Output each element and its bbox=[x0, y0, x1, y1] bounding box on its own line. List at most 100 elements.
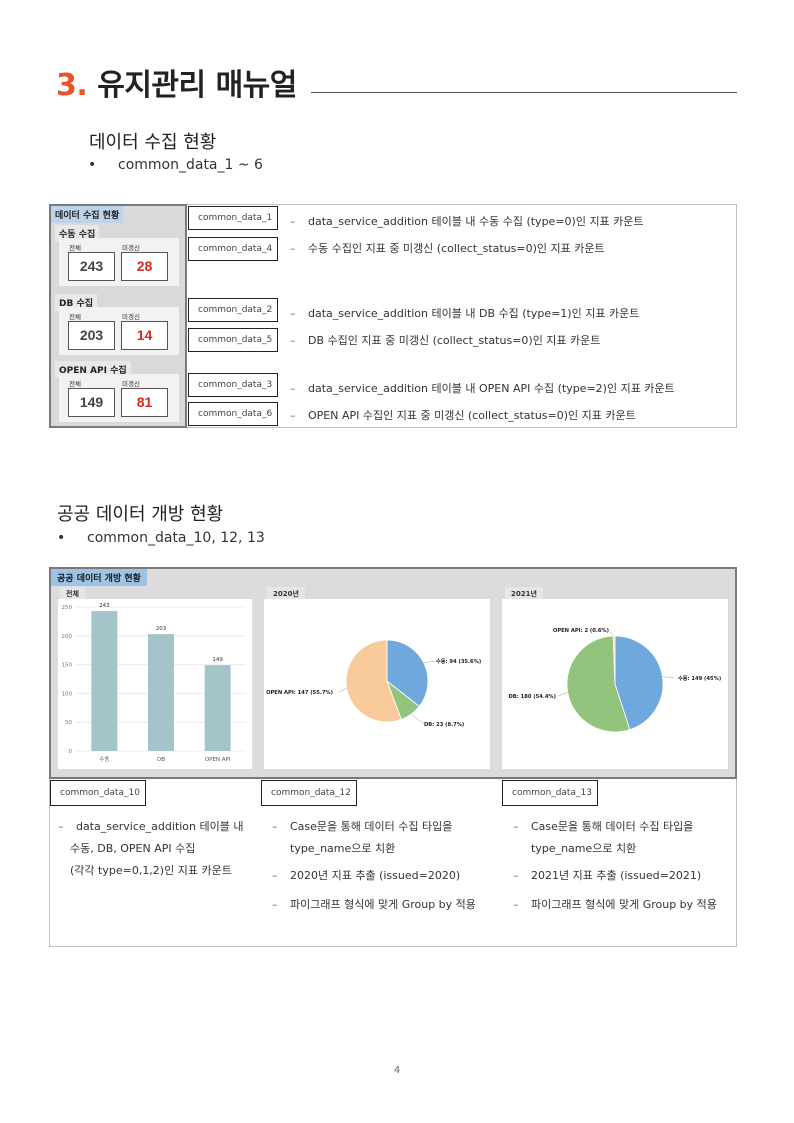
pie-chart-2020: 수동: 94 (35.6%) DB: 23 (8.7%) OPEN API: 147… bbox=[266, 639, 481, 728]
heading-rule bbox=[311, 92, 737, 93]
code-label: common_data_1 bbox=[188, 206, 278, 230]
total-count: 243 bbox=[68, 252, 115, 281]
leader-line bbox=[411, 713, 425, 725]
bar-value-label: 149 bbox=[212, 657, 223, 663]
dashboard-title: 공공 데이터 개방 현황 bbox=[51, 569, 147, 586]
leader-line bbox=[662, 676, 675, 679]
item-description: – OPEN API 수집인 지표 중 미갱신 (collect_status=0… bbox=[290, 409, 636, 422]
bar-value-label: 243 bbox=[99, 603, 110, 609]
col3-line: –2021년 지표 추출 (issued=2021) bbox=[513, 869, 702, 882]
bar-chart: 0 50 100 150 200 250 243 수동 203 DB 149 OPEN API bbox=[62, 603, 246, 763]
missing-count: 14 bbox=[121, 321, 168, 350]
bar bbox=[91, 611, 118, 751]
col1-text: 수동, DB, OPEN API 수집 bbox=[70, 842, 196, 855]
col3-text: type_name으로 치환 bbox=[531, 842, 637, 855]
slice-label: DB: 180 (54.4%) bbox=[508, 694, 556, 700]
code-label: common_data_2 bbox=[188, 298, 278, 322]
heading-number: 3. bbox=[56, 68, 88, 103]
collection-status-widget: 데이터 수집 현황 수동 수집 전체 미갱신 243 28 DB 수집 전체 미… bbox=[49, 204, 187, 428]
y-tick-label: 50 bbox=[65, 720, 72, 726]
x-tick-label: OPEN API bbox=[205, 757, 231, 763]
item-description: – data_service_addition 테이블 내 수동 수집 (type… bbox=[290, 215, 644, 228]
missing-count: 81 bbox=[121, 388, 168, 417]
col1-text: (각각 type=0,1,2)인 지표 카운트 bbox=[70, 864, 232, 877]
item-description-text: data_service_addition 테이블 내 DB 수집 (type=… bbox=[308, 307, 640, 320]
code-label: common_data_3 bbox=[188, 373, 278, 397]
total-label: 전체 bbox=[69, 380, 81, 388]
col2-line: –2020년 지표 추출 (issued=2020) bbox=[272, 869, 461, 882]
bar bbox=[148, 634, 174, 751]
missing-label: 미갱신 bbox=[122, 380, 140, 388]
group-card: 전체 미갱신 149 81 bbox=[59, 374, 179, 422]
bar-chart-panel: 0 50 100 150 200 250 243 수동 203 DB 149 OPEN API bbox=[58, 599, 252, 769]
heading-title: 유지관리 매뉴얼 bbox=[97, 68, 297, 103]
code-label: common_data_13 bbox=[502, 780, 598, 806]
item-description-text: DB 수집인 지표 중 미갱신 (collect_status=0)인 지표 카… bbox=[308, 334, 601, 347]
section1-bullet: • common_data_1 ~ 6 bbox=[88, 157, 263, 173]
code-label: common_data_12 bbox=[261, 780, 357, 806]
section1-title: 데이터 수집 현황 bbox=[89, 132, 217, 153]
leader-line bbox=[609, 631, 615, 637]
slice-label: 수동: 149 (45%) bbox=[678, 674, 721, 682]
code-label: common_data_10 bbox=[50, 780, 146, 806]
missing-label: 미갱신 bbox=[122, 244, 140, 252]
section1-bullet-text: common_data_1 ~ 6 bbox=[118, 157, 263, 173]
item-description: – 수동 수집인 지표 중 미갱신 (collect_status=0)인 지표 … bbox=[290, 242, 605, 255]
code-label: common_data_4 bbox=[188, 237, 278, 261]
widget-title: 데이터 수집 현황 bbox=[51, 206, 124, 223]
group-card: 전체 미갱신 203 14 bbox=[59, 307, 179, 355]
missing-label: 미갱신 bbox=[122, 313, 140, 321]
section2-title: 공공 데이터 개방 현황 bbox=[57, 504, 224, 525]
col1-line: – data_service_addition 테이블 내 bbox=[58, 820, 244, 833]
y-tick-label: 0 bbox=[69, 749, 73, 755]
col2-text: 파이그래프 형식에 맞게 Group by 적용 bbox=[290, 898, 476, 911]
page-heading: 3. 유지관리 매뉴얼 bbox=[56, 60, 297, 104]
col2-text: Case문을 통해 데이터 수집 타입을 bbox=[290, 820, 453, 833]
x-tick-label: DB bbox=[157, 757, 165, 763]
col3-text: Case문을 통해 데이터 수집 타입을 bbox=[531, 820, 694, 833]
slice-label: OPEN API: 2 (0.6%) bbox=[553, 628, 609, 634]
col3-text: 2021년 지표 추출 (issued=2021) bbox=[531, 869, 702, 882]
col2-text: type_name으로 치환 bbox=[290, 842, 396, 855]
y-tick-label: 100 bbox=[62, 691, 73, 697]
missing-count: 28 bbox=[121, 252, 168, 281]
item-description: – data_service_addition 테이블 내 DB 수집 (type… bbox=[290, 307, 640, 320]
x-tick-label: 수동 bbox=[99, 756, 109, 763]
pie-chart-2021: 수동: 149 (45%) DB: 180 (54.4%) OPEN API: 2 … bbox=[508, 628, 721, 733]
slice-label: DB: 23 (8.7%) bbox=[424, 722, 464, 728]
col3-line: – 파이그래프 형식에 맞게 Group by 적용 bbox=[513, 898, 717, 911]
page-number: 4 bbox=[393, 1065, 401, 1076]
col2-line: – Case문을 통해 데이터 수집 타입을 bbox=[272, 820, 453, 833]
leader-line bbox=[338, 688, 347, 693]
pie-2020-panel: 수동: 94 (35.6%) DB: 23 (8.7%) OPEN API: 147… bbox=[264, 599, 490, 769]
slice-label: OPEN API: 147 (55.7%) bbox=[266, 690, 333, 696]
leader-line bbox=[557, 692, 568, 697]
code-label: common_data_5 bbox=[188, 328, 278, 352]
section2-bullet-text: common_data_10, 12, 13 bbox=[87, 530, 265, 546]
total-count: 149 bbox=[68, 388, 115, 417]
slice-label: 수동: 94 (35.6%) bbox=[436, 657, 481, 665]
bar bbox=[204, 665, 231, 751]
y-tick-label: 150 bbox=[62, 663, 73, 669]
item-description: – DB 수집인 지표 중 미갱신 (collect_status=0)인 지표 … bbox=[290, 334, 601, 347]
total-count: 203 bbox=[68, 321, 115, 350]
col3-text: 파이그래프 형식에 맞게 Group by 적용 bbox=[531, 898, 717, 911]
group-card: 전체 미갱신 243 28 bbox=[59, 238, 179, 286]
pie-2021-panel: 수동: 149 (45%) DB: 180 (54.4%) OPEN API: 2 … bbox=[502, 599, 728, 769]
leader-line bbox=[423, 660, 435, 664]
total-label: 전체 bbox=[69, 313, 81, 321]
y-tick-label: 200 bbox=[62, 634, 73, 640]
y-tick-label: 250 bbox=[62, 605, 73, 611]
item-description-text: data_service_addition 테이블 내 수동 수집 (type=… bbox=[308, 215, 644, 228]
item-description-text: data_service_addition 테이블 내 OPEN API 수집 … bbox=[308, 382, 675, 395]
col2-line: – 파이그래프 형식에 맞게 Group by 적용 bbox=[272, 898, 476, 911]
total-label: 전체 bbox=[69, 244, 81, 252]
col2-text: 2020년 지표 추출 (issued=2020) bbox=[290, 869, 461, 882]
item-description-text: 수동 수집인 지표 중 미갱신 (collect_status=0)인 지표 카… bbox=[308, 242, 605, 255]
section2-bullet: • common_data_10, 12, 13 bbox=[57, 530, 265, 546]
code-label: common_data_6 bbox=[188, 402, 278, 426]
item-description-text: OPEN API 수집인 지표 중 미갱신 (collect_status=0)… bbox=[308, 409, 636, 422]
item-description: – data_service_addition 테이블 내 OPEN API 수집… bbox=[290, 382, 675, 395]
bar-value-label: 203 bbox=[156, 626, 167, 632]
col1-text: data_service_addition 테이블 내 bbox=[76, 820, 244, 833]
